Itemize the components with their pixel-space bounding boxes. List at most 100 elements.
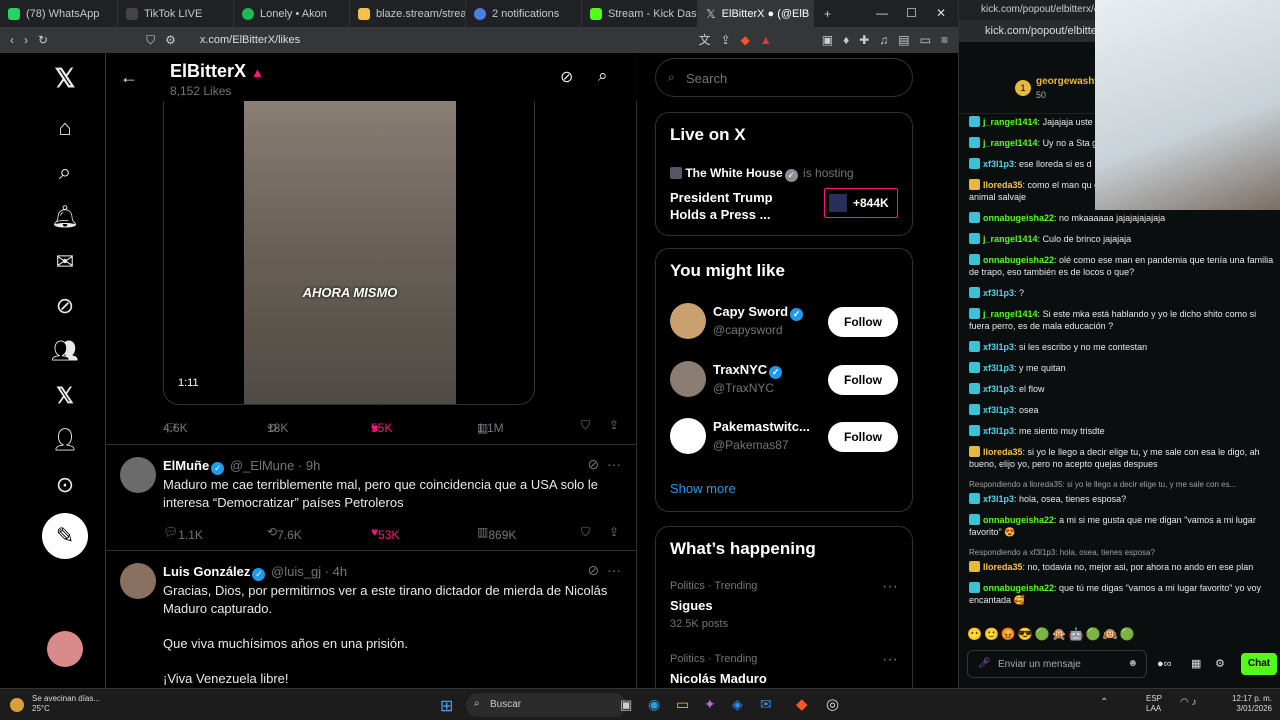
premium-x-icon[interactable]: 𝕏 [52,383,78,409]
chat-username[interactable]: onnabugeisha22 [983,213,1054,223]
chat-username[interactable]: onnabugeisha22 [983,255,1054,265]
more-icon[interactable]: ⊙ [52,472,78,498]
edge-icon[interactable]: ◉ [648,696,660,713]
avatar[interactable] [47,631,83,667]
search-input[interactable]: ⌕ Search [655,58,913,97]
store-app-icon[interactable]: ◈ [732,696,743,713]
follow-button[interactable]: Follow [828,365,898,395]
menu-icon[interactable]: ≡ [941,34,948,46]
mail-icon[interactable]: ✉ [760,696,772,713]
share-button[interactable]: ⇪ [609,418,619,432]
bookmark-button[interactable]: ⛉ [581,525,590,540]
chat-username[interactable]: lloreda35 [983,447,1023,457]
tab-spotify[interactable]: Lonely • Akon [234,0,350,27]
minimize-icon[interactable]: — [876,6,888,20]
weather-icon[interactable] [10,698,24,712]
notifications-bell-icon[interactable]: 🔔︎ [51,204,79,230]
brave-icon[interactable]: ◆ [796,695,808,713]
tab-kick-dashboard[interactable]: Stream - Kick Dashboa [582,0,698,27]
extension-icon[interactable]: ▣ [822,34,833,46]
close-window-icon[interactable]: ✕ [936,6,946,20]
reload-icon[interactable]: ↻ [38,34,48,46]
brave-rewards-icon[interactable]: ▲ [760,34,772,46]
grok-header-icon[interactable]: ⊘ [560,67,573,87]
settings-icon[interactable]: ⚙ [1215,657,1225,670]
url-field[interactable]: x.com/ElBitterX/likes [200,34,689,46]
chat-username[interactable]: j_rangel1414 [983,234,1038,244]
obs-icon[interactable]: ◎ [826,695,839,713]
weather-widget[interactable]: Se avecinan días... 25°C [32,694,100,714]
store-icon[interactable]: ▦ [1191,657,1201,670]
views-button[interactable]: ▥ 869K [477,525,516,542]
copilot-icon[interactable]: ✦ [704,696,716,713]
communities-icon[interactable]: 👥︎ [51,338,79,364]
chat-username[interactable]: xf3l1p3 [983,426,1014,436]
tray-chevron-icon[interactable]: ⌃ [1100,697,1108,708]
more-icon[interactable]: ··· [882,578,898,596]
avatar[interactable] [120,563,156,599]
x-logo-icon[interactable]: 𝕏 [52,63,78,93]
tweet-luis-gonzalez[interactable]: Luis González ✓ @luis_gj · 4h ⊘ ··· Graci… [106,550,637,688]
tab-notifications[interactable]: 2 notifications [466,0,582,27]
like-button[interactable]: ♥ 53K [371,525,399,542]
chat-username[interactable]: xf3l1p3 [983,405,1014,415]
share-button[interactable]: ⇪ [609,525,619,539]
chat-username[interactable]: lloreda35 [983,180,1023,190]
bookmark-button[interactable]: ⛉ [581,418,590,433]
translate-icon[interactable]: 文 [699,34,711,46]
puzzle-icon[interactable]: ✚ [859,34,869,46]
tab-elbitterx[interactable]: 𝕏ElBitterX ● (@ElB✕ [698,0,814,27]
follow-button[interactable]: Follow [828,422,898,452]
emote-bar[interactable]: 😶🙂😡😎🟢🙊🤖🟢🙉🟢 [967,627,1136,641]
search-icon[interactable]: ⌕ [52,159,78,185]
chat-username[interactable]: j_rangel1414 [983,138,1038,148]
grok-icon[interactable]: ⊘ [52,293,78,319]
capysword-avatar[interactable] [670,303,706,339]
chat-username[interactable]: xf3l1p3 [983,363,1014,373]
reply-button[interactable]: 💬︎ 1.1K [163,525,203,542]
points-icon[interactable]: ●∞ [1157,658,1172,670]
person-name[interactable]: TraxNYC ✓ [713,362,784,379]
chat-username[interactable]: xf3l1p3 [983,494,1014,504]
chat-username[interactable]: xf3l1p3 [983,288,1014,298]
chat-username[interactable]: lloreda35 [983,562,1023,572]
chat-username[interactable]: j_rangel1414 [983,309,1038,319]
more-icon[interactable]: ··· [882,651,898,669]
chat-username[interactable]: onnabugeisha22 [983,583,1054,593]
header-search-icon[interactable]: ⌕ [598,66,608,86]
brave-shield-icon[interactable]: ◆ [741,34,750,46]
file-explorer-icon[interactable]: ▭ [676,696,689,713]
post-button[interactable]: ✎ [42,513,88,559]
share-icon[interactable]: ⇪ [721,34,731,46]
live-listeners-badge[interactable]: +844K [824,188,898,218]
mic-icon[interactable]: 🎤︎ [978,658,991,669]
bookmark-icon[interactable]: ⛉ [146,34,155,46]
sidebar-icon[interactable]: ▤ [898,34,909,46]
tab-tiktok[interactable]: TikTok LIVE [118,0,234,27]
avatar[interactable] [120,457,156,493]
maximize-icon[interactable]: ☐ [906,6,917,20]
live-event-title[interactable]: President Trump Holds a Press ... [670,189,810,223]
more-icon[interactable]: ⊘ ··· [588,562,622,579]
more-icon[interactable]: ⊘ ··· [588,456,622,473]
send-chat-button[interactable]: Chat [1241,653,1277,675]
back-icon[interactable]: ‹ [10,34,14,46]
tweet-elmune[interactable]: ElMuñe ✓ @_ElMune · 9h ⊘ ··· Maduro me ca… [106,444,637,550]
clock[interactable]: 12:17 p. m. 3/01/2026 [1232,694,1272,714]
live-host[interactable]: The White House ✓ is hosting [670,166,854,182]
chat-username[interactable]: onnabugeisha22 [983,515,1054,525]
forward-icon[interactable]: › [24,34,28,46]
task-view-icon[interactable]: ▣ [620,697,632,713]
site-info-icon[interactable]: ⚙ [165,34,176,46]
tab-whatsapp[interactable]: (78) WhatsApp [0,0,118,27]
extension2-icon[interactable]: ♦ [843,34,849,46]
profile-icon[interactable]: 👤︎ [51,427,79,453]
trend-topic[interactable]: Sigues [670,598,713,613]
wallet-icon[interactable]: ▭ [920,34,931,46]
traxnyc-avatar[interactable] [670,361,706,397]
show-more-link[interactable]: Show more [670,481,736,496]
video-player[interactable]: AHORA MISMO 1:11 [163,101,535,405]
person-name[interactable]: Pakemastwitc... [713,419,810,434]
emoji-icon[interactable]: ☻ [1127,658,1138,669]
wifi-volume-icon[interactable]: ◠ ♪ [1180,697,1197,708]
